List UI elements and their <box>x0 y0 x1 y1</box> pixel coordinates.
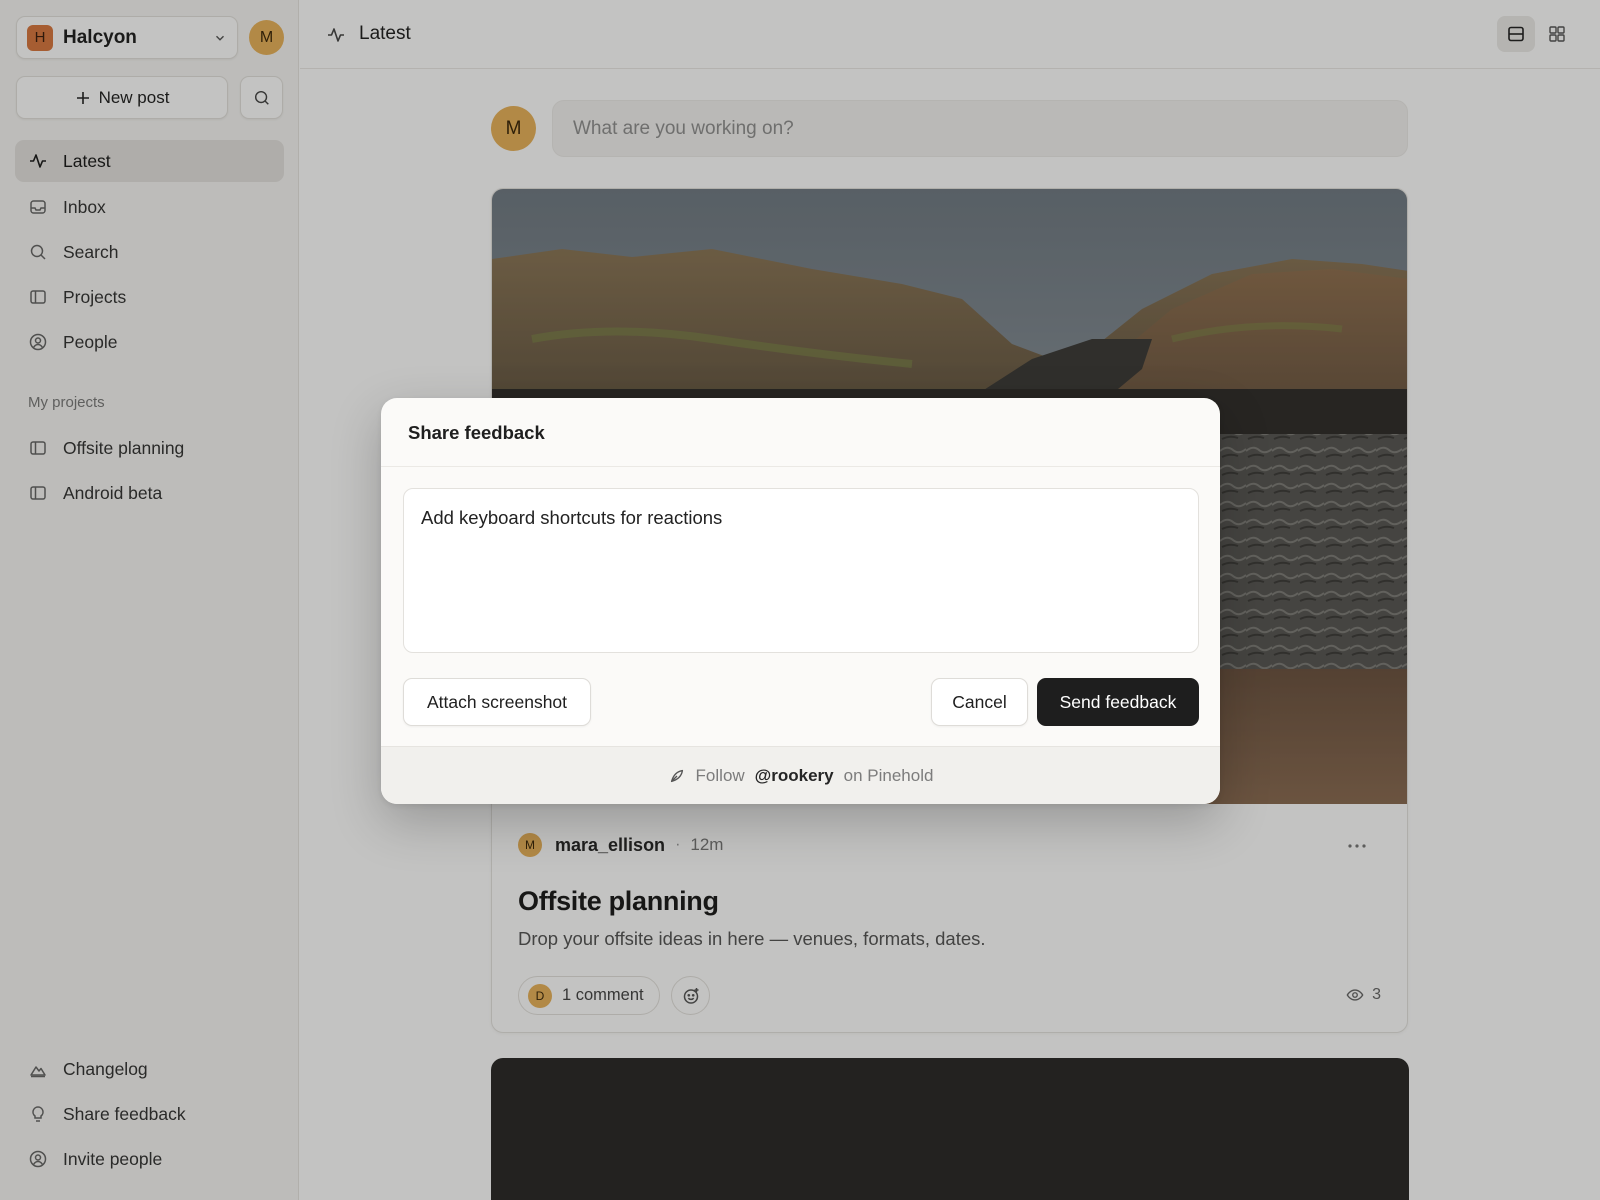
footer-prefix: Follow <box>695 765 745 785</box>
share-feedback-dialog: Share feedback Attach screenshot Cancel … <box>381 398 1220 804</box>
dialog-title: Share feedback <box>408 422 545 443</box>
footer-suffix: on Pinehold <box>843 765 934 785</box>
attach-screenshot-button[interactable]: Attach screenshot <box>403 678 591 726</box>
feedback-textarea[interactable] <box>403 488 1199 653</box>
cancel-button[interactable]: Cancel <box>931 678 1028 726</box>
send-feedback-button[interactable]: Send feedback <box>1037 678 1199 726</box>
dialog-divider <box>381 466 1220 467</box>
feather-icon <box>670 769 683 782</box>
dialog-footer: Follow @rookery on Pinehold <box>381 746 1220 804</box>
footer-handle-link[interactable]: @rookery <box>755 766 834 786</box>
